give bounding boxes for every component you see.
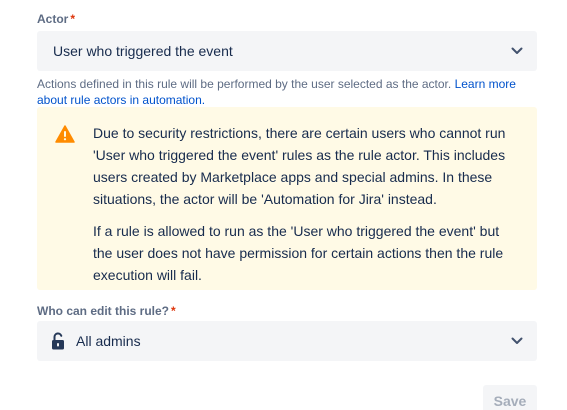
warning-text: Due to security restrictions, there are …: [93, 122, 513, 296]
editors-label-text: Who can edit this rule?: [37, 304, 170, 318]
actor-select-value: User who triggered the event: [53, 43, 233, 59]
actor-helper-description: Actions defined in this rule will be per…: [37, 77, 455, 91]
editors-label: Who can edit this rule? *: [37, 303, 176, 319]
required-asterisk: *: [171, 304, 176, 318]
save-button[interactable]: Save: [483, 385, 537, 410]
chevron-down-icon: [509, 43, 525, 59]
actor-helper-text: Actions defined in this rule will be per…: [37, 76, 527, 108]
editors-select-value: All admins: [76, 333, 141, 349]
unlock-icon: [51, 331, 67, 351]
actor-label-text: Actor: [37, 12, 69, 26]
security-warning-panel: Due to security restrictions, there are …: [37, 107, 537, 290]
warning-icon: [55, 124, 75, 144]
automation-rule-settings: Actor * User who triggered the event Acti…: [0, 0, 567, 410]
actor-select[interactable]: User who triggered the event: [37, 31, 537, 71]
chevron-down-icon: [509, 333, 525, 349]
required-asterisk: *: [70, 12, 76, 26]
warning-paragraph-2: If a rule is allowed to run as the 'User…: [93, 223, 504, 283]
actor-label: Actor *: [37, 11, 75, 27]
editors-select[interactable]: All admins: [37, 321, 537, 361]
warning-paragraph-1: Due to security restrictions, there are …: [93, 125, 506, 207]
